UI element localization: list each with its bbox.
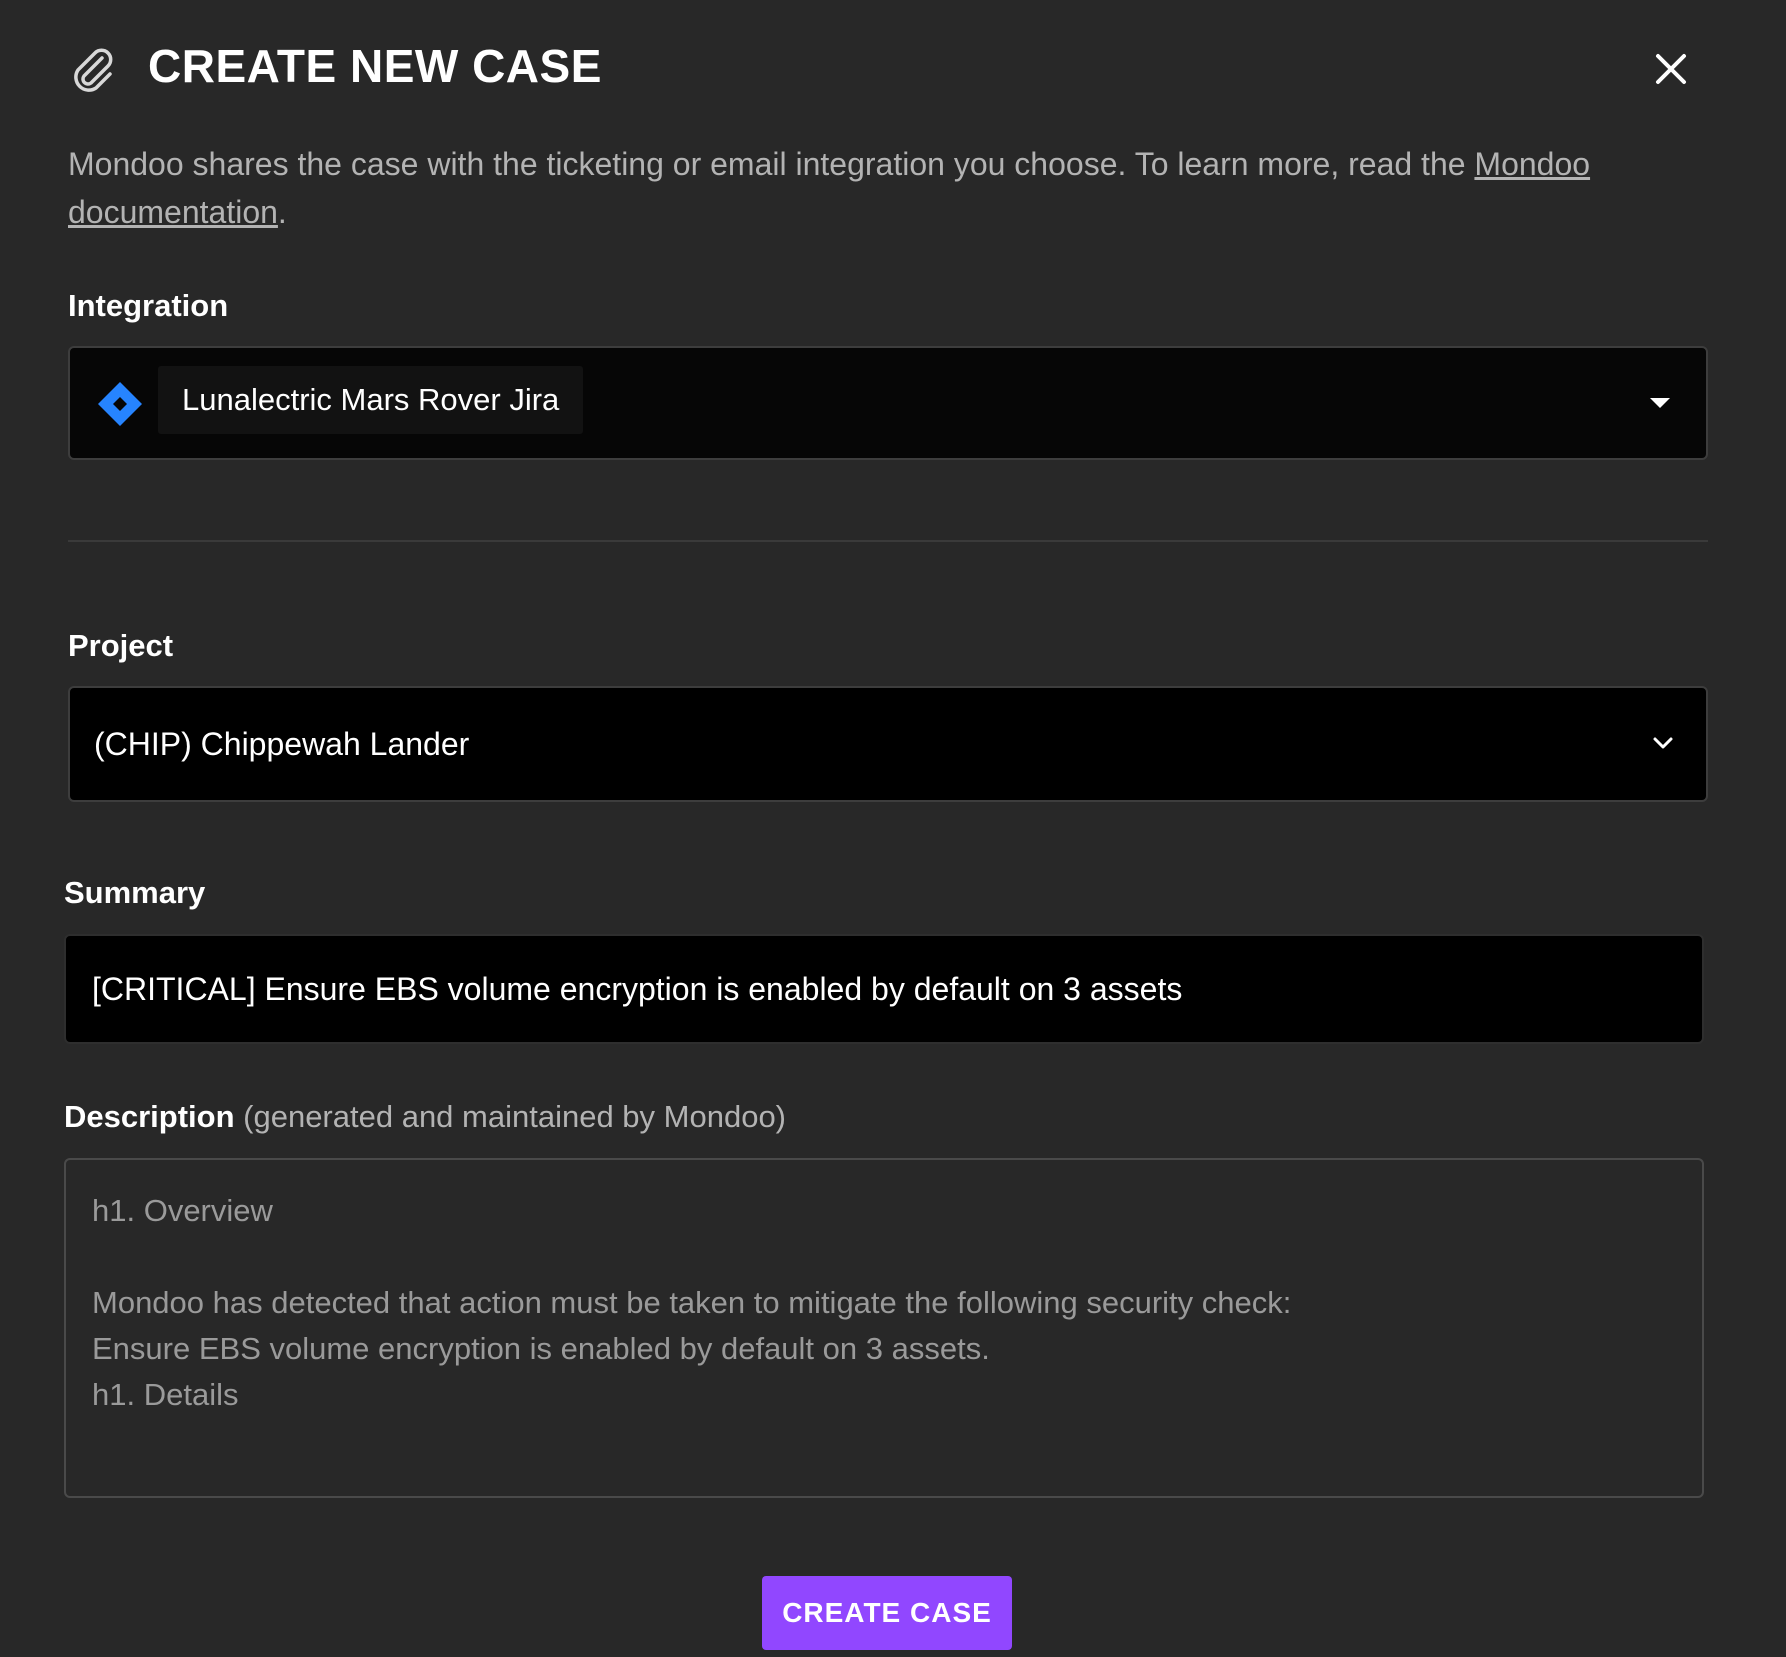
jira-icon (98, 382, 142, 426)
project-selected-value: (CHIP) Chippewah Lander (94, 726, 470, 762)
description-textarea[interactable]: h1. Overview Mondoo has detected that ac… (64, 1158, 1704, 1498)
integration-selected-value: Lunalectric Mars Rover Jira (158, 366, 584, 434)
create-case-dialog: CREATE NEW CASE Mondoo shares the case w… (0, 0, 1786, 1657)
project-select[interactable]: (CHIP) Chippewah Lander (68, 686, 1708, 802)
divider (68, 540, 1708, 542)
create-case-button[interactable]: CREATE CASE (762, 1576, 1012, 1650)
close-icon[interactable] (1644, 42, 1698, 96)
caret-down-icon[interactable] (1650, 398, 1670, 408)
integration-select[interactable]: Lunalectric Mars Rover Jira (68, 346, 1708, 460)
description-label: Description (generated and maintained by… (64, 1097, 786, 1137)
intro-period: . (277, 194, 287, 230)
paperclip-icon (74, 48, 113, 92)
intro-body: Mondoo shares the case with the ticketin… (68, 146, 1475, 182)
description-label-text: Description (64, 1099, 235, 1134)
description-sublabel: (generated and maintained by Mondoo) (234, 1099, 787, 1134)
summary-label: Summary (64, 875, 206, 910)
project-label: Project (68, 628, 174, 663)
integration-label: Integration (68, 288, 229, 323)
summary-input[interactable]: [CRITICAL] Ensure EBS volume encryption … (64, 934, 1704, 1044)
dialog-header: CREATE NEW CASE (68, 36, 1708, 96)
chevron-down-icon[interactable] (1648, 728, 1678, 758)
dialog-title: CREATE NEW CASE (148, 40, 602, 92)
intro-text: Mondoo shares the case with the ticketin… (68, 140, 1678, 236)
